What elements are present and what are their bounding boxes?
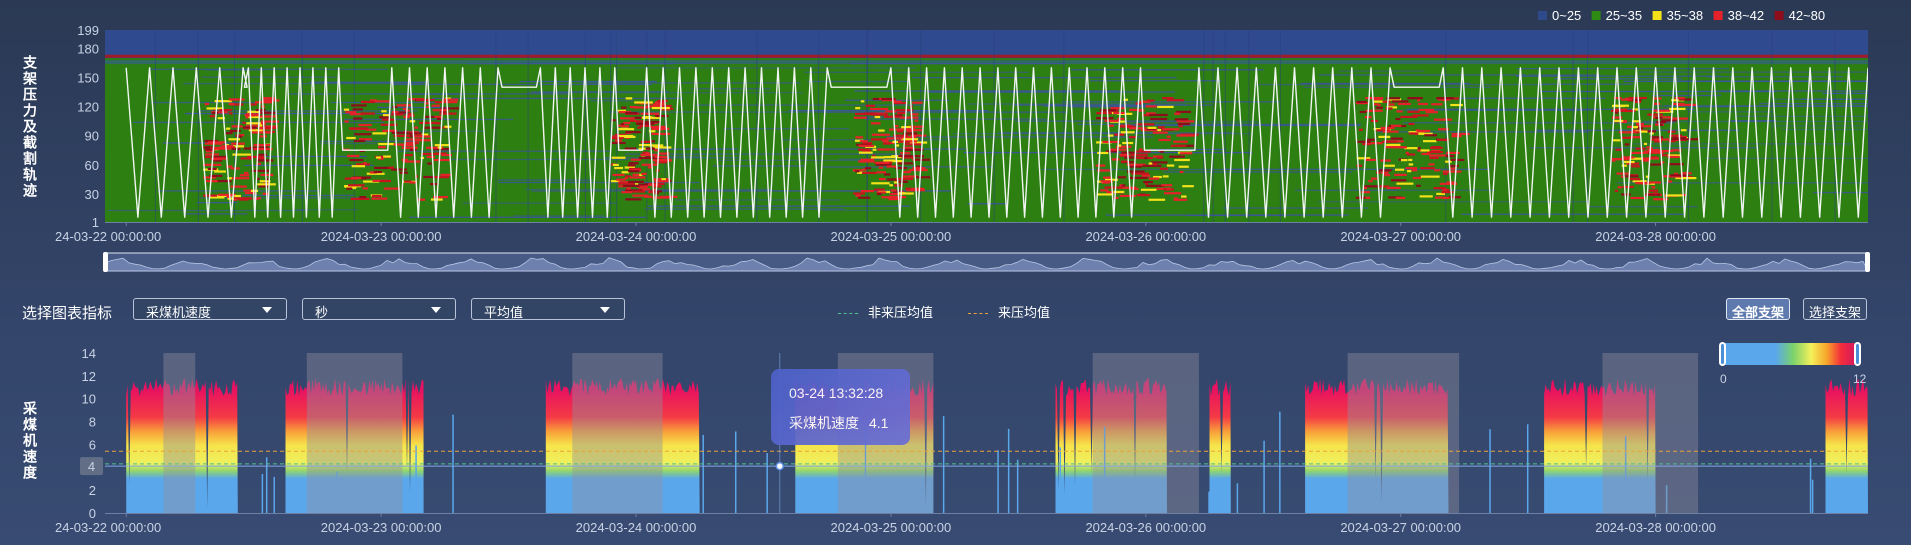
bottom-y-tick-label: 8	[89, 415, 96, 430]
bottom-x-tick-label: 2024-03-27 00:00:00	[1340, 520, 1461, 535]
bottom-y-tick-label: 6	[89, 437, 96, 452]
visual-map-max-handle[interactable]	[1854, 342, 1861, 366]
speed-area-segment	[1825, 378, 1868, 513]
pressure-window	[1602, 353, 1699, 513]
bottom-y-tick-label: 2	[89, 483, 96, 498]
bottom-x-tick-label: 2024-03-24 00:00:00	[576, 520, 697, 535]
bottom-x-tick-label: 2024-03-25 00:00:00	[831, 520, 952, 535]
pressure-window	[163, 353, 196, 513]
bottom-x-tick-label: 2024-03-28 00:00:00	[1595, 520, 1716, 535]
shearer-speed-chart[interactable]: 14121086420424-03-22 00:00:002024-03-23 …	[0, 0, 1911, 545]
visual-map-max-label: 12	[1853, 372, 1867, 386]
bottom-x-tick-label: 24-03-22 00:00:00	[55, 520, 161, 535]
tooltip-value: 4.1	[869, 415, 889, 431]
pressure-window	[572, 353, 663, 513]
tooltip-series: 采煤机速度 4.1	[789, 413, 888, 433]
bottom-x-tick-label: 2024-03-23 00:00:00	[321, 520, 442, 535]
tooltip-time: 03-24 13:32:28	[789, 385, 884, 401]
visual-map-min-handle[interactable]	[1719, 342, 1726, 366]
pressure-window	[306, 353, 403, 513]
pressure-window	[1092, 353, 1199, 513]
bottom-y-tick-label: 0	[89, 506, 96, 521]
bottom-y-tick-label: 10	[82, 392, 96, 407]
bottom-y-tick-label: 12	[82, 369, 96, 384]
visual-map[interactable]: 0 12	[1719, 342, 1866, 386]
speed-tooltip: 03-24 13:32:28 采煤机速度 4.1	[771, 369, 910, 445]
pressure-window	[1347, 353, 1460, 513]
crosshair-point	[775, 461, 785, 471]
bottom-x-tick-label: 2024-03-26 00:00:00	[1085, 520, 1206, 535]
speed-area-segment	[1209, 378, 1231, 513]
tooltip-series-name: 采煤机速度	[789, 415, 859, 431]
visual-map-bar[interactable]	[1719, 343, 1861, 365]
visual-map-min-label: 0	[1720, 372, 1727, 386]
y-pointer-label: 4	[88, 459, 95, 474]
bottom-y-tick-label: 14	[82, 346, 96, 361]
